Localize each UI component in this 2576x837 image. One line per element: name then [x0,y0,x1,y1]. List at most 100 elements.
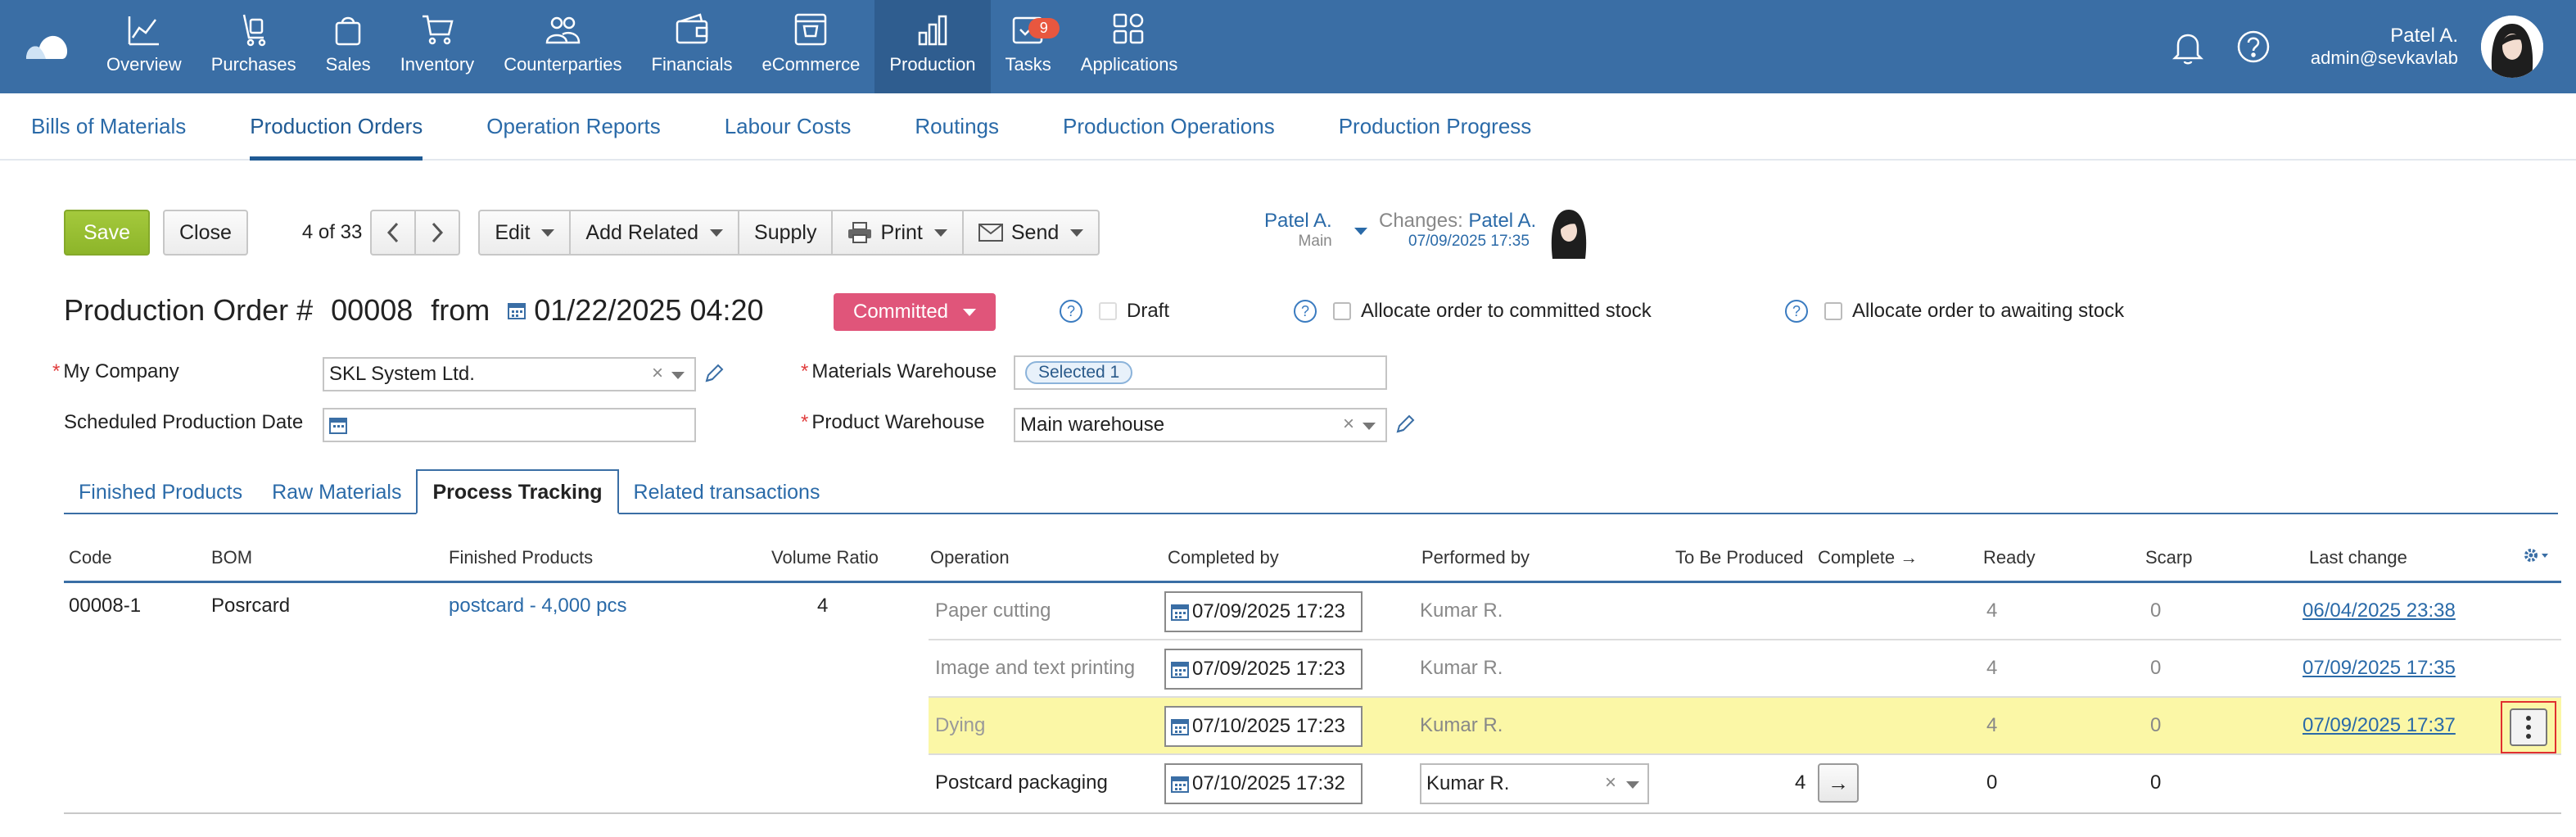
changes-avatar-icon [1551,210,1587,259]
chevron-down-icon[interactable] [1363,423,1376,430]
materials-warehouse-select[interactable]: Selected 1 [1014,355,1387,390]
subnav-labour-costs[interactable]: Labour Costs [725,93,852,159]
app-logo-icon[interactable] [23,23,69,69]
last-change-link[interactable]: 07/09/2025 17:37 [2303,714,2456,737]
completed-by-value: 07/10/2025 17:23 [1192,715,1345,737]
save-button[interactable]: Save [64,210,150,256]
last-change-link[interactable]: 07/09/2025 17:35 [2303,657,2456,680]
subnav-production-progress[interactable]: Production Progress [1339,93,1532,159]
tab-finished-products[interactable]: Finished Products [64,481,257,513]
avatar[interactable] [2481,16,2543,78]
completed-by-date-field[interactable]: 07/09/2025 17:23 [1164,649,1363,690]
col-code[interactable]: Code [69,547,112,568]
calendar-icon[interactable] [1171,775,1189,793]
nav-ecommerce[interactable]: eCommerce [748,0,875,93]
calendar-icon[interactable] [1171,603,1189,621]
supply-button[interactable]: Supply [738,210,834,256]
chevron-right-icon [432,222,444,243]
help-icon[interactable]: ? [1785,300,1808,323]
help-icon[interactable]: ? [1294,300,1317,323]
calendar-icon[interactable] [1171,717,1189,735]
order-date[interactable]: 01/22/2025 04:20 [534,293,763,328]
nav-purchases[interactable]: Purchases [197,0,311,93]
nav-overview[interactable]: Overview [92,0,197,93]
col-volume-ratio[interactable]: Volume Ratio [771,547,879,568]
subnav-production-orders[interactable]: Production Orders [250,93,423,161]
allocate-awaiting-checkbox[interactable] [1824,302,1842,320]
pencil-icon[interactable] [1395,414,1415,434]
last-change-link[interactable]: 06/04/2025 23:38 [2303,599,2456,622]
row-actions-button[interactable] [2501,701,2556,753]
print-button[interactable]: Print [831,210,964,256]
performed-by-select[interactable]: Kumar R. × [1420,763,1649,804]
col-complete[interactable]: Complete → [1818,547,1918,568]
complete-arrow-button[interactable]: → [1818,763,1859,803]
user-info[interactable]: Patel A. admin@sevkavlab [2311,25,2458,69]
clear-icon[interactable]: × [1343,413,1354,436]
subnav-production-operations[interactable]: Production Operations [1063,93,1275,159]
clear-icon[interactable]: × [652,362,663,385]
product-warehouse-select[interactable]: Main warehouse × [1014,408,1387,442]
add-related-button[interactable]: Add Related [569,210,740,256]
table-row[interactable]: Paper cutting 07/09/2025 17:23 Kumar R. … [929,583,2561,640]
draft-checkbox[interactable] [1099,302,1117,320]
selected-tag[interactable]: Selected 1 [1025,361,1133,384]
edit-button[interactable]: Edit [478,210,572,256]
send-button[interactable]: Send [961,210,1100,256]
scheduled-date-field[interactable] [323,408,696,442]
changes-user[interactable]: Patel A. [1468,210,1536,232]
row-finished-product-link[interactable]: postcard - 4,000 pcs [449,595,626,618]
previous-button[interactable] [370,210,417,256]
help-icon[interactable]: ? [1060,300,1082,323]
completed-by-date-field[interactable]: 07/10/2025 17:32 [1164,763,1363,804]
close-button[interactable]: Close [162,210,248,256]
clear-icon[interactable]: × [1605,771,1616,794]
my-company-select[interactable]: SKL System Ltd. × [323,357,696,391]
nav-inventory[interactable]: Inventory [386,0,490,93]
bell-icon[interactable] [2170,29,2206,65]
col-operation[interactable]: Operation [930,547,1010,568]
table-row[interactable]: Image and text printing 07/09/2025 17:23… [929,640,2561,698]
subnav-operation-reports[interactable]: Operation Reports [486,93,660,159]
owner-chevron-down-icon[interactable] [1354,228,1367,235]
materials-warehouse-label: * Materials Warehouse [801,360,997,383]
next-button[interactable] [414,210,461,256]
nav-financials[interactable]: Financials [637,0,748,93]
nav-applications[interactable]: Applications [1066,0,1193,93]
col-to-be-produced[interactable]: To Be Produced [1675,547,1804,568]
tab-process-tracking[interactable]: Process Tracking [416,469,619,514]
completed-by-date-field[interactable]: 07/10/2025 17:23 [1164,706,1363,747]
col-performed-by[interactable]: Performed by [1421,547,1530,568]
chevron-down-icon[interactable] [671,372,685,379]
calendar-icon[interactable] [329,416,347,434]
pencil-icon[interactable] [704,364,724,383]
col-finished-products[interactable]: Finished Products [449,547,593,568]
calendar-icon[interactable] [508,301,526,319]
allocate-committed-checkbox[interactable] [1333,302,1351,320]
table-row-highlighted[interactable]: Dying 07/10/2025 17:23 Kumar R. 4 0 07/0… [929,698,2561,755]
status-dropdown[interactable]: Committed [834,293,996,331]
tab-raw-materials[interactable]: Raw Materials [257,481,416,513]
subnav-routings[interactable]: Routings [915,93,999,159]
draft-label: Draft [1127,300,1170,322]
product-warehouse-label-text: Product Warehouse [811,411,985,433]
table-row[interactable]: Postcard packaging 07/10/2025 17:32 Kuma… [929,755,2561,812]
chevron-down-icon[interactable] [1626,781,1639,789]
tab-related-transactions[interactable]: Related transactions [619,481,835,513]
order-number[interactable]: 00008 [331,293,413,328]
completed-by-date-field[interactable]: 07/09/2025 17:23 [1164,591,1363,632]
col-bom[interactable]: BOM [211,547,252,568]
owner-selector[interactable]: Patel A. Main [1264,210,1332,251]
calendar-icon[interactable] [1171,660,1189,678]
nav-counterparties[interactable]: Counterparties [489,0,636,93]
nav-sales[interactable]: Sales [311,0,386,93]
col-scarp[interactable]: Scarp [2145,547,2192,568]
gear-icon[interactable] [2522,547,2551,567]
subnav-bills-of-materials[interactable]: Bills of Materials [31,93,186,159]
col-last-change[interactable]: Last change [2309,547,2407,568]
col-completed-by[interactable]: Completed by [1168,547,1279,568]
help-icon[interactable] [2235,29,2271,65]
col-ready[interactable]: Ready [1983,547,2036,568]
nav-production[interactable]: Production [874,0,991,93]
nav-tasks[interactable]: 9 Tasks [991,0,1066,93]
